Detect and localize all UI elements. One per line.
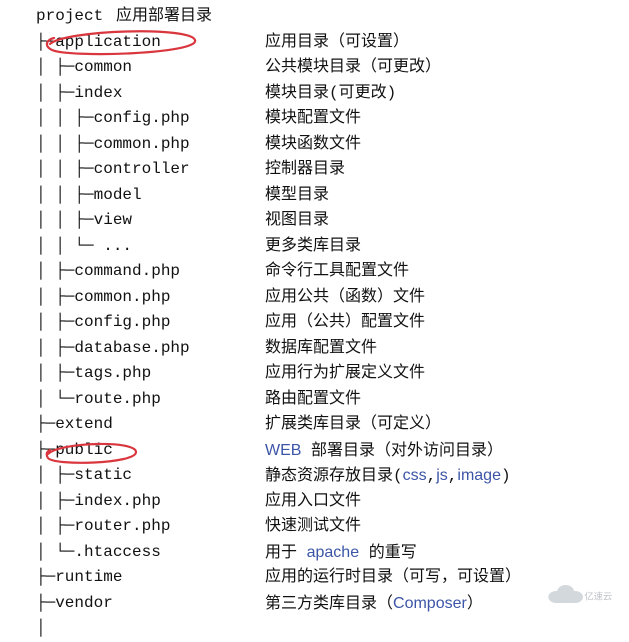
tree-description: 应用入口文件 (265, 489, 361, 515)
tree-row: │ └─.htaccess 用于 apache 的重写 (36, 540, 629, 566)
tree-path: │ │ ├─view (36, 211, 132, 229)
tree-description: 应用（公共）配置文件 (265, 310, 425, 336)
keyword: Composer (393, 595, 467, 612)
tree-description: 模块配置文件 (265, 106, 361, 132)
tree-path: ├─application (36, 33, 161, 51)
tree-description: 数据库配置文件 (265, 336, 377, 362)
tree-row: ├─extend 扩展类库目录（可定义） (36, 412, 629, 438)
directory-tree: project应用部署目录├─application应用目录（可设置）│ ├─c… (0, 0, 629, 642)
tree-row: │ ├─command.php 命令行工具配置文件 (36, 259, 629, 285)
tree-row: │ │ ├─view 视图目录 (36, 208, 629, 234)
text-fragment: 用于 (265, 544, 307, 562)
tree-row: │ ├─index 模块目录(可更改) (36, 81, 629, 107)
text-fragment: , (427, 467, 437, 485)
tree-description: 扩展类库目录（可定义） (265, 412, 441, 438)
tree-path: ├─runtime (36, 568, 122, 586)
tree-path: │ ├─config.php (36, 313, 170, 331)
tree-row: │ ├─common 公共模块目录（可更改） (36, 55, 629, 81)
tree-row: │ ├─tags.php 应用行为扩展定义文件 (36, 361, 629, 387)
tree-path: │ │ ├─config.php (36, 109, 190, 127)
keyword: WEB (265, 442, 301, 459)
tree-row: │ │ ├─model 模型目录 (36, 183, 629, 209)
text-fragment: 第三方类库目录（ (265, 595, 393, 613)
text-fragment: ) (501, 467, 511, 485)
tree-path: │ ├─database.php (36, 339, 190, 357)
text-fragment: 部署目录（对外访问目录） (301, 442, 503, 460)
tree-description: 静态资源存放目录(css,js,image) (265, 463, 511, 490)
keyword: js (436, 467, 448, 484)
tree-path: │ ├─index (36, 84, 122, 102)
tree-description: 路由配置文件 (265, 387, 361, 413)
tree-description: 视图目录 (265, 208, 329, 234)
tree-description: 应用目录（可设置） (265, 30, 409, 56)
tree-path: │ ├─router.php (36, 517, 170, 535)
text-fragment: ） (467, 595, 483, 613)
tree-row: │ │ ├─config.php 模块配置文件 (36, 106, 629, 132)
tree-path: ├─extend (36, 415, 113, 433)
tree-row: │ ├─index.php 应用入口文件 (36, 489, 629, 515)
tree-row: │ ├─common.php 应用公共（函数）文件 (36, 285, 629, 311)
svg-text:亿速云: 亿速云 (584, 591, 612, 602)
tree-path: ├─vendor (36, 594, 113, 612)
tree-row: │ ├─router.php 快速测试文件 (36, 514, 629, 540)
tree-description: 命令行工具配置文件 (265, 259, 409, 285)
tree-path: │ └─route.php (36, 390, 161, 408)
tree-row: │ (36, 616, 629, 642)
tree-path: │ ├─common (36, 58, 132, 76)
tree-path: │ │ ├─controller (36, 160, 190, 178)
tree-path: │ │ ├─common.php (36, 135, 190, 153)
tree-description: 应用部署目录 (116, 4, 212, 30)
tree-row: │ │ ├─controller 控制器目录 (36, 157, 629, 183)
tree-row: │ ├─database.php 数据库配置文件 (36, 336, 629, 362)
tree-description: 应用公共（函数）文件 (265, 285, 425, 311)
keyword: apache (307, 544, 360, 561)
tree-description: 第三方类库目录（Composer） (265, 591, 483, 618)
tree-row: ├─public WEB 部署目录（对外访问目录） (36, 438, 629, 464)
text-fragment: 静态资源存放目录( (265, 467, 403, 485)
tree-description: 公共模块目录（可更改） (265, 55, 441, 81)
watermark: 亿速云 (543, 581, 623, 611)
tree-path: │ └─.htaccess (36, 543, 161, 561)
tree-description: 模块目录(可更改) (265, 81, 396, 107)
keyword: image (457, 467, 501, 484)
text-fragment: , (448, 467, 458, 485)
tree-row: project 应用部署目录 (36, 4, 629, 30)
tree-description: 模块函数文件 (265, 132, 361, 158)
tree-row: ├─application 应用目录（可设置） (36, 30, 629, 56)
tree-row: │ ├─config.php 应用（公共）配置文件 (36, 310, 629, 336)
tree-row: ├─vendor 第三方类库目录（Composer） (36, 591, 629, 617)
tree-description: 快速测试文件 (265, 514, 361, 540)
tree-row: │ └─route.php 路由配置文件 (36, 387, 629, 413)
keyword: css (403, 467, 427, 484)
tree-path: │ ├─command.php (36, 262, 180, 280)
tree-path: │ │ ├─model (36, 186, 142, 204)
tree-row: │ ├─static静态资源存放目录(css,js,image) (36, 463, 629, 489)
tree-description: 应用行为扩展定义文件 (265, 361, 425, 387)
tree-path: │ ├─static (36, 466, 132, 484)
tree-description: 应用的运行时目录（可写，可设置） (265, 565, 521, 591)
text-fragment: 的重写 (359, 544, 417, 562)
tree-description: 更多类库目录 (265, 234, 361, 260)
tree-path: project (36, 7, 103, 25)
tree-description: 控制器目录 (265, 157, 345, 183)
tree-path: │ ├─common.php (36, 288, 170, 306)
tree-description: 用于 apache 的重写 (265, 540, 417, 567)
tree-row: │ │ └─ ... 更多类库目录 (36, 234, 629, 260)
tree-path: │ ├─index.php (36, 492, 161, 510)
tree-row: │ │ ├─common.php 模块函数文件 (36, 132, 629, 158)
tree-path: ├─public (36, 441, 113, 459)
tree-path: │ │ └─ ... (36, 237, 132, 255)
tree-path: │ ├─tags.php (36, 364, 151, 382)
tree-description: WEB 部署目录（对外访问目录） (265, 438, 503, 465)
tree-path: │ (36, 619, 46, 637)
tree-row: ├─runtime 应用的运行时目录（可写，可设置） (36, 565, 629, 591)
tree-description: 模型目录 (265, 183, 329, 209)
